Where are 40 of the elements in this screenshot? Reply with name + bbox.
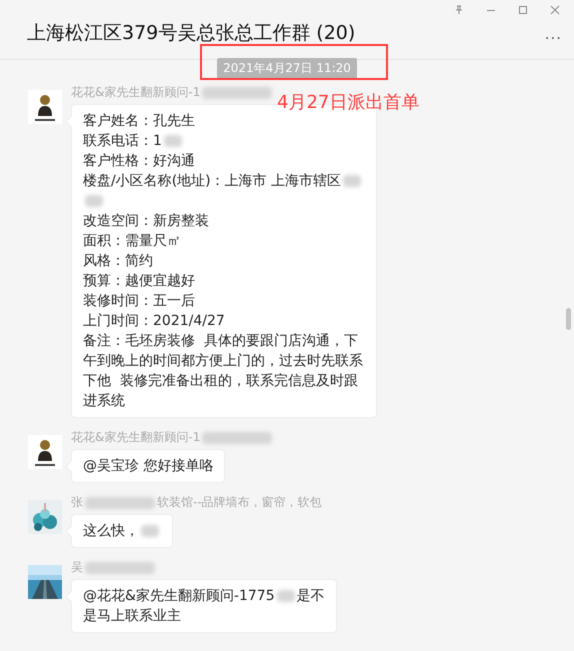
message-text: 是马上联系业主	[83, 608, 181, 624]
annotation-text: 4月27日派出首单	[277, 91, 420, 114]
sender-name: 吴	[71, 560, 83, 574]
sender-name: 花花&家先生翻新顾问-1	[71, 430, 200, 444]
message-text: 备注：毛坯房装修 具体的要跟门店沟通，下午到晚上的时间都方便上门的，过去时先联系下他 装修完准备出租的，联系完信息及时跟进系统	[83, 333, 363, 409]
sender-name: 张	[71, 495, 83, 509]
message-text: 改造空间：新房整装	[83, 213, 209, 229]
message-text: 面积：需量尺㎡	[83, 233, 181, 249]
blurred-text	[85, 562, 155, 574]
blurred-text	[164, 135, 182, 148]
message-text: 上门时间：2021/4/27	[83, 313, 225, 329]
message-text: @吴宝珍 您好接单咯	[83, 458, 214, 474]
more-button[interactable]: ...	[544, 25, 562, 43]
message-text: 客户性格：好沟通	[83, 153, 195, 169]
blurred-text	[202, 86, 272, 99]
blurred-text	[343, 175, 362, 188]
message-text: @花花&家先生翻新顾问-1775	[83, 588, 275, 604]
message-text: 楼盘/小区名称(地址)：上海市 上海市辖区	[83, 173, 342, 189]
blurred-text	[141, 525, 159, 538]
blurred-text	[85, 195, 103, 208]
blurred-text	[202, 432, 272, 444]
message-text: 客户姓名：孔先生	[83, 113, 195, 129]
sender-name: 花花&家先生翻新顾问-1	[71, 85, 200, 99]
blurred-text	[85, 496, 155, 509]
close-icon[interactable]	[550, 5, 560, 15]
maximize-icon[interactable]	[518, 5, 528, 15]
message-text: 预算：越便宜越好	[83, 273, 195, 289]
blurred-text	[276, 590, 295, 602]
window-title: 上海松江区379号吴总张总工作群 (20)	[27, 21, 356, 46]
pin-icon[interactable]	[454, 5, 464, 15]
sender-name: 软装馆--品牌墙布，窗帘，软包	[157, 495, 322, 509]
avatar-icon	[28, 90, 62, 124]
message-text: 这么快，	[83, 523, 139, 539]
timestamp: 2021年4月27日 11:20	[217, 58, 357, 79]
message-text: 风格：简约	[83, 253, 153, 269]
scrollbar-thumb[interactable]	[566, 308, 571, 330]
message-text: 联系电话：1	[83, 133, 162, 149]
avatar-icon	[28, 435, 62, 469]
message-text: 装修时间：五一后	[83, 293, 195, 309]
message-text: 是不	[296, 588, 325, 604]
